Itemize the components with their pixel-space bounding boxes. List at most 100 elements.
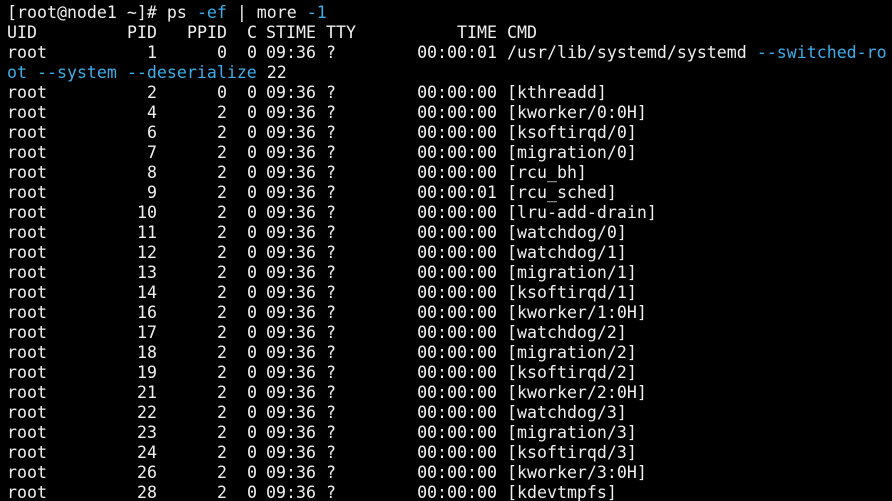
cell-time: 00:00:00 [417,323,497,342]
process-row: root 13 2 0 09:36? 00:00:00 [migration/1] [7,263,887,283]
process-row: root 23 2 0 09:36? 00:00:00 [migration/3] [7,423,887,443]
terminal-window[interactable]: [root@node1 ~]# ps -ef | more -1 UID PID… [0,0,892,501]
cell-tty: ? [326,163,336,182]
cell-c: 0 [247,423,257,442]
cell-tty: ? [326,43,336,62]
cell-time: 00:00:01 [417,43,497,62]
cell-c: 0 [247,243,257,262]
cell-ppid: 2 [217,243,227,262]
cell-cmd-systemd: /usr/lib/systemd/systemd --switched-ro [507,43,887,63]
cell-stime: 09:36 [266,103,316,122]
cell-stime: 09:36 [266,483,316,501]
cell-c: 0 [247,283,257,302]
process-row: root 17 2 0 09:36? 00:00:00 [watchdog/2] [7,323,887,343]
cmd-option-deserialize: --deserialize [126,63,257,82]
process-row: root 26 2 0 09:36? 00:00:00 [kworker/3:0H] [7,463,887,483]
cell-uid: root [7,363,47,382]
cell-uid: root [7,323,47,342]
cell-c: 0 [247,83,257,102]
cell-tty: ? [326,443,336,462]
cell-c: 0 [247,163,257,182]
cell-uid: root [7,183,47,202]
process-row: root 14 2 0 09:36? 00:00:00 [ksoftirqd/1] [7,283,887,303]
cell-time: 00:00:00 [417,363,497,382]
cell-pid: 7 [147,143,157,162]
cell-tty: ? [326,383,336,402]
cell-uid: root [7,383,47,402]
process-row: root 12 2 0 09:36? 00:00:00 [watchdog/1] [7,243,887,263]
cell-tty: ? [326,403,336,422]
command-name: ps [166,3,187,22]
header-uid: UID [7,23,37,42]
cell-c: 0 [247,143,257,162]
cell-ppid: 2 [217,263,227,282]
header-pid: PID [127,23,157,42]
cell-uid: root [7,143,47,162]
cell-cmd: [kworker/2:0H] [507,383,647,402]
cell-cmd: [rcu_bh] [507,163,587,182]
cell-stime: 09:36 [266,183,316,202]
cell-stime: 09:36 [266,423,316,442]
cell-ppid: 0 [217,43,227,62]
cell-pid: 11 [137,223,157,242]
cmd-option-switched-root-end: ot [7,63,27,82]
cell-c: 0 [247,303,257,322]
cell-ppid: 2 [217,483,227,501]
cell-ppid: 2 [217,143,227,162]
cell-pid: 17 [137,323,157,342]
cell-uid: root [7,123,47,142]
cell-time: 00:00:00 [417,383,497,402]
cell-pid: 10 [137,203,157,222]
cell-stime: 09:36 [266,263,316,282]
cell-c: 0 [247,263,257,282]
cell-time: 00:00:00 [417,123,497,142]
cell-time: 00:00:00 [417,143,497,162]
cell-time: 00:00:00 [417,443,497,462]
process-row: root 4 2 0 09:36? 00:00:00 [kworker/0:0H] [7,103,887,123]
cell-tty: ? [326,303,336,322]
command-option-ef: -ef [196,3,227,22]
cell-uid: root [7,243,47,262]
header-time: TIME [457,23,497,42]
cell-c: 0 [247,443,257,462]
shell-prompt: [root@node1 ~]# [7,3,167,22]
header-cmd: CMD [507,23,537,42]
process-row-systemd-wrap: ot --system --deserialize 22 [7,63,287,83]
cell-tty: ? [326,463,336,482]
cell-cmd: [ksoftirqd/3] [507,443,637,462]
cell-time: 00:00:01 [417,183,497,202]
cell-cmd: [kdevtmpfs] [507,483,617,501]
cell-c: 0 [247,323,257,342]
cell-uid: root [7,223,47,242]
cell-ppid: 2 [217,303,227,322]
cell-cmd: [kworker/3:0H] [507,463,647,482]
cell-tty: ? [326,243,336,262]
cell-pid: 2 [147,83,157,102]
cell-cmd: [ksoftirqd/2] [507,363,637,382]
cell-ppid: 2 [217,183,227,202]
cell-stime: 09:36 [266,383,316,402]
process-row: root 2 0 0 09:36? 00:00:00 [kthreadd] [7,83,887,103]
cell-pid: 26 [137,463,157,482]
process-row: root 6 2 0 09:36? 00:00:00 [ksoftirqd/0] [7,123,887,143]
cell-tty: ? [326,483,336,501]
cell-time: 00:00:00 [417,203,497,222]
cell-pid: 9 [147,183,157,202]
cell-cmd: [kthreadd] [507,83,607,102]
cell-tty: ? [326,103,336,122]
cell-c: 0 [247,343,257,362]
cell-pid: 18 [137,343,157,362]
cell-pid: 6 [147,123,157,142]
cell-time: 00:00:00 [417,423,497,442]
cell-ppid: 2 [217,103,227,122]
cell-ppid: 2 [217,203,227,222]
cell-c: 0 [247,223,257,242]
cell-cmd: [migration/1] [507,263,637,282]
process-row: root 9 2 0 09:36? 00:00:01 [rcu_sched] [7,183,887,203]
cell-tty: ? [326,143,336,162]
cell-stime: 09:36 [266,43,316,62]
cell-stime: 09:36 [266,123,316,142]
process-row: root 22 2 0 09:36? 00:00:00 [watchdog/3] [7,403,887,423]
process-row: root 16 2 0 09:36? 00:00:00 [kworker/1:0H] [7,303,887,323]
process-row: root 24 2 0 09:36? 00:00:00 [ksoftirqd/3] [7,443,887,463]
